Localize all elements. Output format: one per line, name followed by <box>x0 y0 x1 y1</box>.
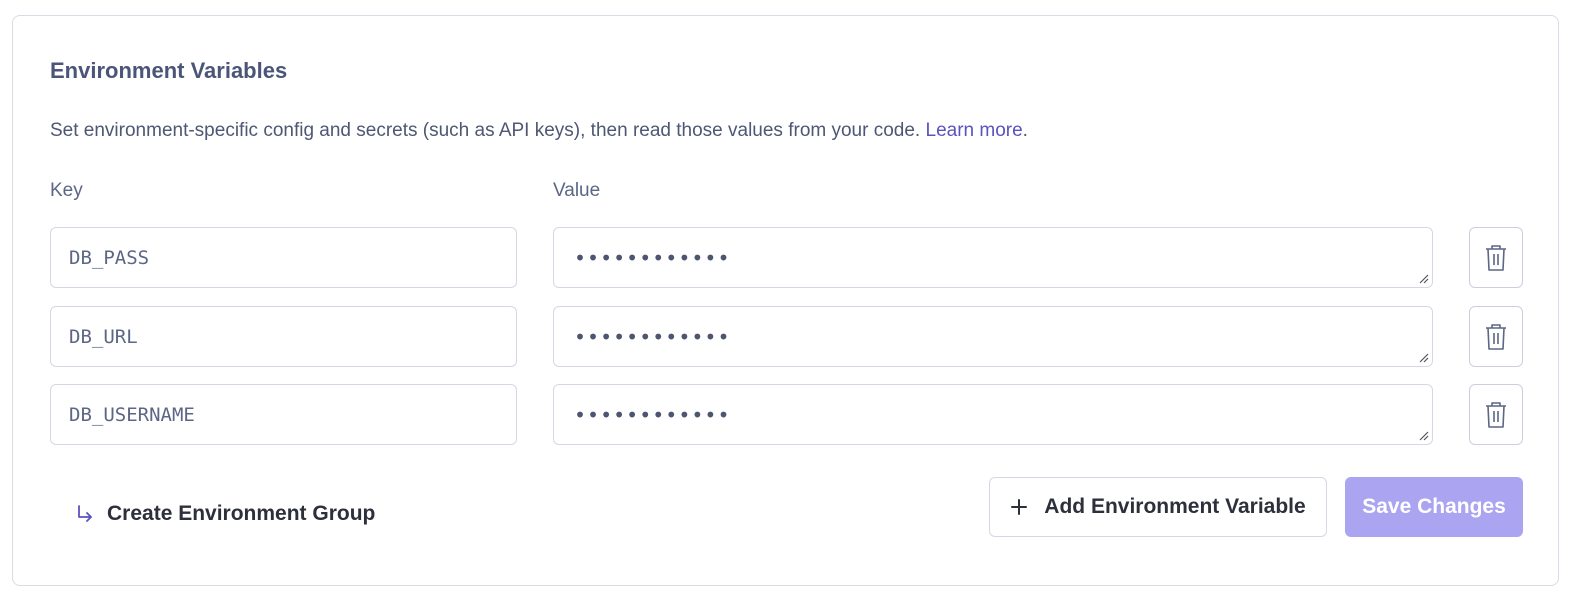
save-changes-button[interactable]: Save Changes <box>1345 477 1523 537</box>
description-text: Set environment-specific config and secr… <box>50 120 921 141</box>
env-var-row: DB_USERNAME •••••••••••• <box>50 384 1523 445</box>
save-changes-label: Save Changes <box>1362 495 1506 518</box>
trash-icon <box>1486 244 1506 271</box>
env-var-row: DB_PASS •••••••••••• <box>50 227 1523 288</box>
env-value-masked: •••••••••••• <box>574 402 731 427</box>
env-key-value: DB_USERNAME <box>69 403 195 426</box>
value-column-label: Value <box>553 180 601 201</box>
create-group-label: Create Environment Group <box>107 502 376 525</box>
plus-icon <box>1011 499 1028 515</box>
section-title: Environment Variables <box>50 58 288 83</box>
env-value-masked: •••••••••••• <box>574 245 731 270</box>
resize-grip-icon[interactable] <box>1417 272 1429 284</box>
trash-icon <box>1486 323 1506 350</box>
env-var-row: DB_URL •••••••••••• <box>50 306 1523 367</box>
create-environment-group-link[interactable]: Create Environment Group <box>75 502 375 526</box>
section-description: Set environment-specific config and secr… <box>50 120 1028 142</box>
env-key-value: DB_URL <box>69 325 138 348</box>
learn-more-link[interactable]: Learn more <box>926 120 1023 141</box>
env-key-input[interactable]: DB_URL <box>50 306 517 367</box>
delete-variable-button[interactable] <box>1469 227 1523 288</box>
add-variable-label: Add Environment Variable <box>1044 495 1306 518</box>
trash-icon <box>1486 401 1506 428</box>
description-period: . <box>1022 120 1028 141</box>
env-value-input[interactable]: •••••••••••• <box>553 306 1433 367</box>
env-value-input[interactable]: •••••••••••• <box>553 227 1433 288</box>
env-value-input[interactable]: •••••••••••• <box>553 384 1433 445</box>
resize-grip-icon[interactable] <box>1417 351 1429 363</box>
env-key-input[interactable]: DB_USERNAME <box>50 384 517 445</box>
delete-variable-button[interactable] <box>1469 306 1523 367</box>
environment-variables-card: Environment Variables Set environment-sp… <box>12 15 1559 586</box>
env-key-value: DB_PASS <box>69 246 150 269</box>
env-key-input[interactable]: DB_PASS <box>50 227 517 288</box>
env-value-masked: •••••••••••• <box>574 324 731 349</box>
delete-variable-button[interactable] <box>1469 384 1523 445</box>
return-arrow-icon <box>78 505 92 522</box>
resize-grip-icon[interactable] <box>1417 429 1429 441</box>
key-column-label: Key <box>50 180 83 201</box>
add-environment-variable-button[interactable]: Add Environment Variable <box>989 477 1327 537</box>
